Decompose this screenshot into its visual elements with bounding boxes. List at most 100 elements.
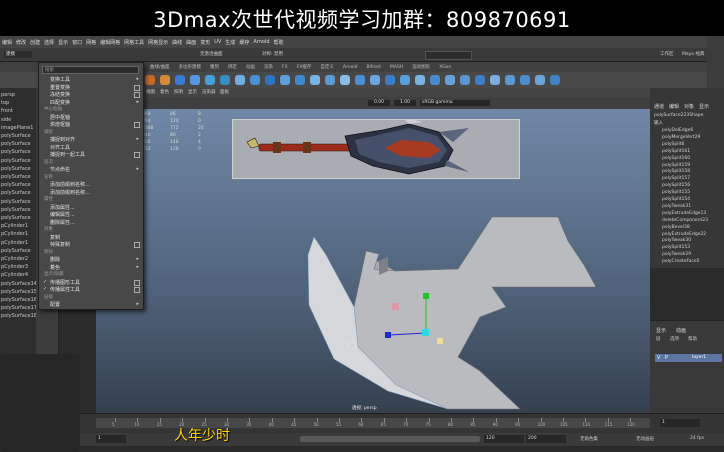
menu-item[interactable]: 选择 bbox=[44, 39, 54, 46]
channel-box-tab[interactable]: 通道 bbox=[654, 103, 664, 110]
layer-row[interactable]: V P bbox=[655, 354, 722, 362]
history-node[interactable]: polyExtrudeEdge13 bbox=[662, 211, 706, 216]
fps-label[interactable]: 24 fps bbox=[690, 436, 704, 441]
outliner-item[interactable]: polySurface18 bbox=[1, 313, 37, 319]
history-node[interactable]: polyTweak31 bbox=[662, 204, 691, 209]
playback-end-field[interactable]: 120 bbox=[484, 435, 524, 443]
shelf-tool-icon[interactable] bbox=[325, 75, 335, 85]
menu-item[interactable]: 烘焙枢轴 bbox=[50, 121, 70, 128]
menu-item[interactable]: 显示 bbox=[58, 39, 68, 46]
menu-item[interactable]: 着色 bbox=[50, 264, 60, 271]
menu-item[interactable]: 缓存 bbox=[239, 39, 249, 46]
outliner-item[interactable]: polySurface15 bbox=[1, 289, 37, 295]
outliner-item[interactable]: polySurface bbox=[1, 199, 31, 205]
menu-item[interactable]: 删除 bbox=[50, 256, 60, 263]
shelf-tab[interactable]: 曲线/曲面 bbox=[150, 64, 170, 70]
shelf-tab[interactable]: FX bbox=[282, 65, 288, 70]
history-node[interactable]: polySplit155 bbox=[662, 190, 690, 195]
range-slider-bar[interactable] bbox=[300, 436, 480, 442]
menu-item[interactable]: 帮助 bbox=[274, 39, 284, 46]
shelf-tool-icon[interactable] bbox=[295, 75, 305, 85]
option-box-icon[interactable] bbox=[134, 279, 140, 286]
menu-item[interactable]: 冻结变换 bbox=[50, 91, 70, 98]
menu-search-input[interactable]: 搜索 bbox=[42, 66, 139, 74]
shelf-tool-icon[interactable] bbox=[505, 75, 515, 85]
outliner-item[interactable]: pCylinder1 bbox=[1, 240, 28, 246]
menu-item[interactable]: 捕捉到一起工具 bbox=[50, 151, 85, 158]
outliner-item[interactable]: polySurface16 bbox=[1, 297, 37, 303]
option-box-icon[interactable] bbox=[134, 152, 140, 158]
layer-tab-display[interactable]: 显示 bbox=[656, 327, 666, 334]
menu-item[interactable]: 复制 bbox=[50, 234, 60, 241]
search-input[interactable] bbox=[425, 51, 472, 60]
history-node[interactable]: polySplit153 bbox=[662, 245, 690, 250]
shelf-tool-icon[interactable] bbox=[235, 75, 245, 85]
option-box-icon[interactable] bbox=[134, 242, 140, 248]
menu-item[interactable]: 匹配变换 bbox=[50, 99, 70, 106]
shelf-tab[interactable]: FX缓存 bbox=[297, 64, 312, 70]
menu-item[interactable]: UV bbox=[214, 39, 221, 45]
layer-menu-layers[interactable]: 层 bbox=[656, 336, 661, 342]
outliner-item[interactable]: persp bbox=[1, 92, 15, 98]
history-node[interactable]: polyExtrudeEdge22 bbox=[662, 232, 706, 237]
outliner-item[interactable]: polySurface bbox=[1, 133, 31, 139]
history-node[interactable]: polyDelEdge6 bbox=[662, 128, 693, 133]
layer-menu-help[interactable]: 帮助 bbox=[688, 336, 697, 342]
workspace-value[interactable]: Maya 经典 bbox=[682, 51, 705, 57]
shelf-tab[interactable]: Bifrost bbox=[366, 65, 381, 70]
history-node[interactable]: polySplit156 bbox=[662, 183, 690, 188]
animation-end-field[interactable]: 200 bbox=[526, 435, 566, 443]
shelf-tool-icon[interactable] bbox=[490, 75, 500, 85]
shelf-tool-icon[interactable] bbox=[475, 75, 485, 85]
outliner-item[interactable]: polySurface17 bbox=[1, 305, 37, 311]
channel-object-name[interactable]: polySurface223Shape bbox=[654, 113, 703, 118]
history-node[interactable]: polyMergeVert29 bbox=[662, 135, 700, 140]
history-node[interactable]: polyCreateFace5 bbox=[662, 259, 700, 264]
history-node[interactable]: deleteComponent23 bbox=[662, 218, 708, 223]
outliner-item[interactable]: pCylinder1 bbox=[1, 223, 28, 229]
menu-item[interactable]: 捕捉到对齐 bbox=[50, 136, 75, 143]
shelf-tool-icon[interactable] bbox=[355, 75, 365, 85]
shelf-tool-icon[interactable] bbox=[385, 75, 395, 85]
shelf-tool-icon[interactable] bbox=[220, 75, 230, 85]
shelf-tab[interactable]: 绑定 bbox=[228, 64, 237, 70]
history-node[interactable]: polyTweak29 bbox=[662, 252, 691, 257]
shelf-tool-icon[interactable] bbox=[400, 75, 410, 85]
menu-item[interactable]: 添加前缀到名称... bbox=[50, 181, 90, 188]
menu-item[interactable]: 曲线 bbox=[172, 39, 182, 46]
history-node[interactable]: polySplit161 bbox=[662, 149, 690, 154]
shelf-tool-icon[interactable] bbox=[550, 75, 560, 85]
outliner-item[interactable]: side bbox=[1, 117, 11, 123]
outliner-item[interactable]: polySurface bbox=[1, 149, 31, 155]
menu-item[interactable]: 变形 bbox=[200, 39, 210, 46]
shelf-tool-icon[interactable] bbox=[265, 75, 275, 85]
shelf-tool-icon[interactable] bbox=[460, 75, 470, 85]
menu-item[interactable]: 节点命名 bbox=[50, 166, 70, 173]
shelf-tab[interactable]: Arnold bbox=[343, 65, 358, 70]
shelf-tool-icon[interactable] bbox=[340, 75, 350, 85]
outliner-item[interactable]: imagePlane1 bbox=[1, 125, 33, 131]
visibility-icon[interactable]: V bbox=[657, 355, 660, 361]
menu-item[interactable]: 重置变换 bbox=[50, 84, 70, 91]
gamma-field[interactable]: 1.00 bbox=[394, 100, 416, 106]
menu-item[interactable]: 变换工具 bbox=[50, 76, 70, 83]
outliner-item[interactable]: pCylinder1 bbox=[1, 231, 28, 237]
layer-name[interactable]: layer1 bbox=[692, 355, 706, 360]
shelf-tool-icon[interactable] bbox=[520, 75, 530, 85]
shelf-tool-icon[interactable] bbox=[205, 75, 215, 85]
menu-item[interactable]: 窗口 bbox=[72, 39, 82, 46]
shelf-tool-icon[interactable] bbox=[160, 75, 170, 85]
outliner-item[interactable]: polySurface bbox=[1, 158, 31, 164]
menu-item[interactable]: 编辑属性... bbox=[50, 211, 75, 218]
shelf-tool-icon[interactable] bbox=[310, 75, 320, 85]
menu-item[interactable]: 编辑网格 bbox=[100, 39, 120, 46]
shelf-tab[interactable]: 运动图形 bbox=[412, 64, 430, 70]
shelf-tool-icon[interactable] bbox=[280, 75, 290, 85]
shelf-tool-icon[interactable] bbox=[250, 75, 260, 85]
history-node[interactable]: polySplit157 bbox=[662, 176, 690, 181]
shelf-tab[interactable]: 多边形建模 bbox=[179, 64, 202, 70]
outliner-item[interactable]: pCylinder4 bbox=[1, 272, 28, 278]
outliner-item[interactable]: polySurface bbox=[1, 190, 31, 196]
outliner-item[interactable]: polySurface bbox=[1, 182, 31, 188]
history-node[interactable]: polySplit160 bbox=[662, 156, 690, 161]
